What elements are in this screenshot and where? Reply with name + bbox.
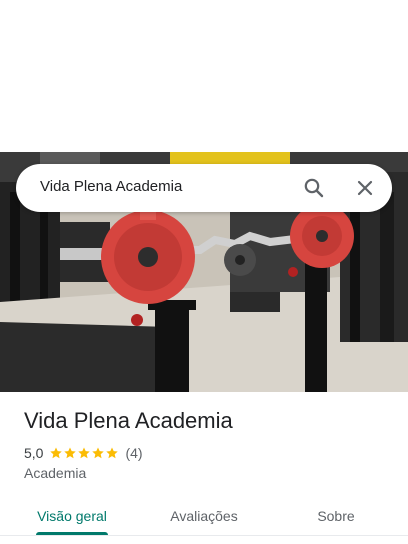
map-area	[0, 0, 408, 152]
search-input[interactable]: Vida Plena Academia	[40, 178, 182, 195]
star-icon	[50, 447, 63, 459]
rating-row[interactable]: 5,0 (4)	[24, 444, 143, 462]
star-icon	[78, 447, 91, 459]
search-icon[interactable]	[302, 176, 326, 200]
star-icon	[106, 447, 119, 459]
place-tabs: Visão geral Avaliações Sobre	[0, 496, 408, 544]
rating-value: 5,0	[24, 445, 44, 461]
tab-about[interactable]: Sobre	[290, 496, 382, 536]
star-icon	[92, 447, 105, 459]
place-category: Academia	[24, 465, 87, 481]
search-bar[interactable]: Vida Plena Academia	[16, 164, 392, 212]
place-title: Vida Plena Academia	[24, 408, 233, 433]
tab-overview[interactable]: Visão geral	[24, 496, 120, 536]
tab-reviews[interactable]: Avaliações	[156, 496, 252, 536]
tabs-divider	[0, 535, 408, 536]
star-icon	[64, 447, 77, 459]
star-rating	[49, 446, 119, 460]
review-count[interactable]: (4)	[125, 445, 142, 461]
close-icon[interactable]	[353, 176, 377, 200]
